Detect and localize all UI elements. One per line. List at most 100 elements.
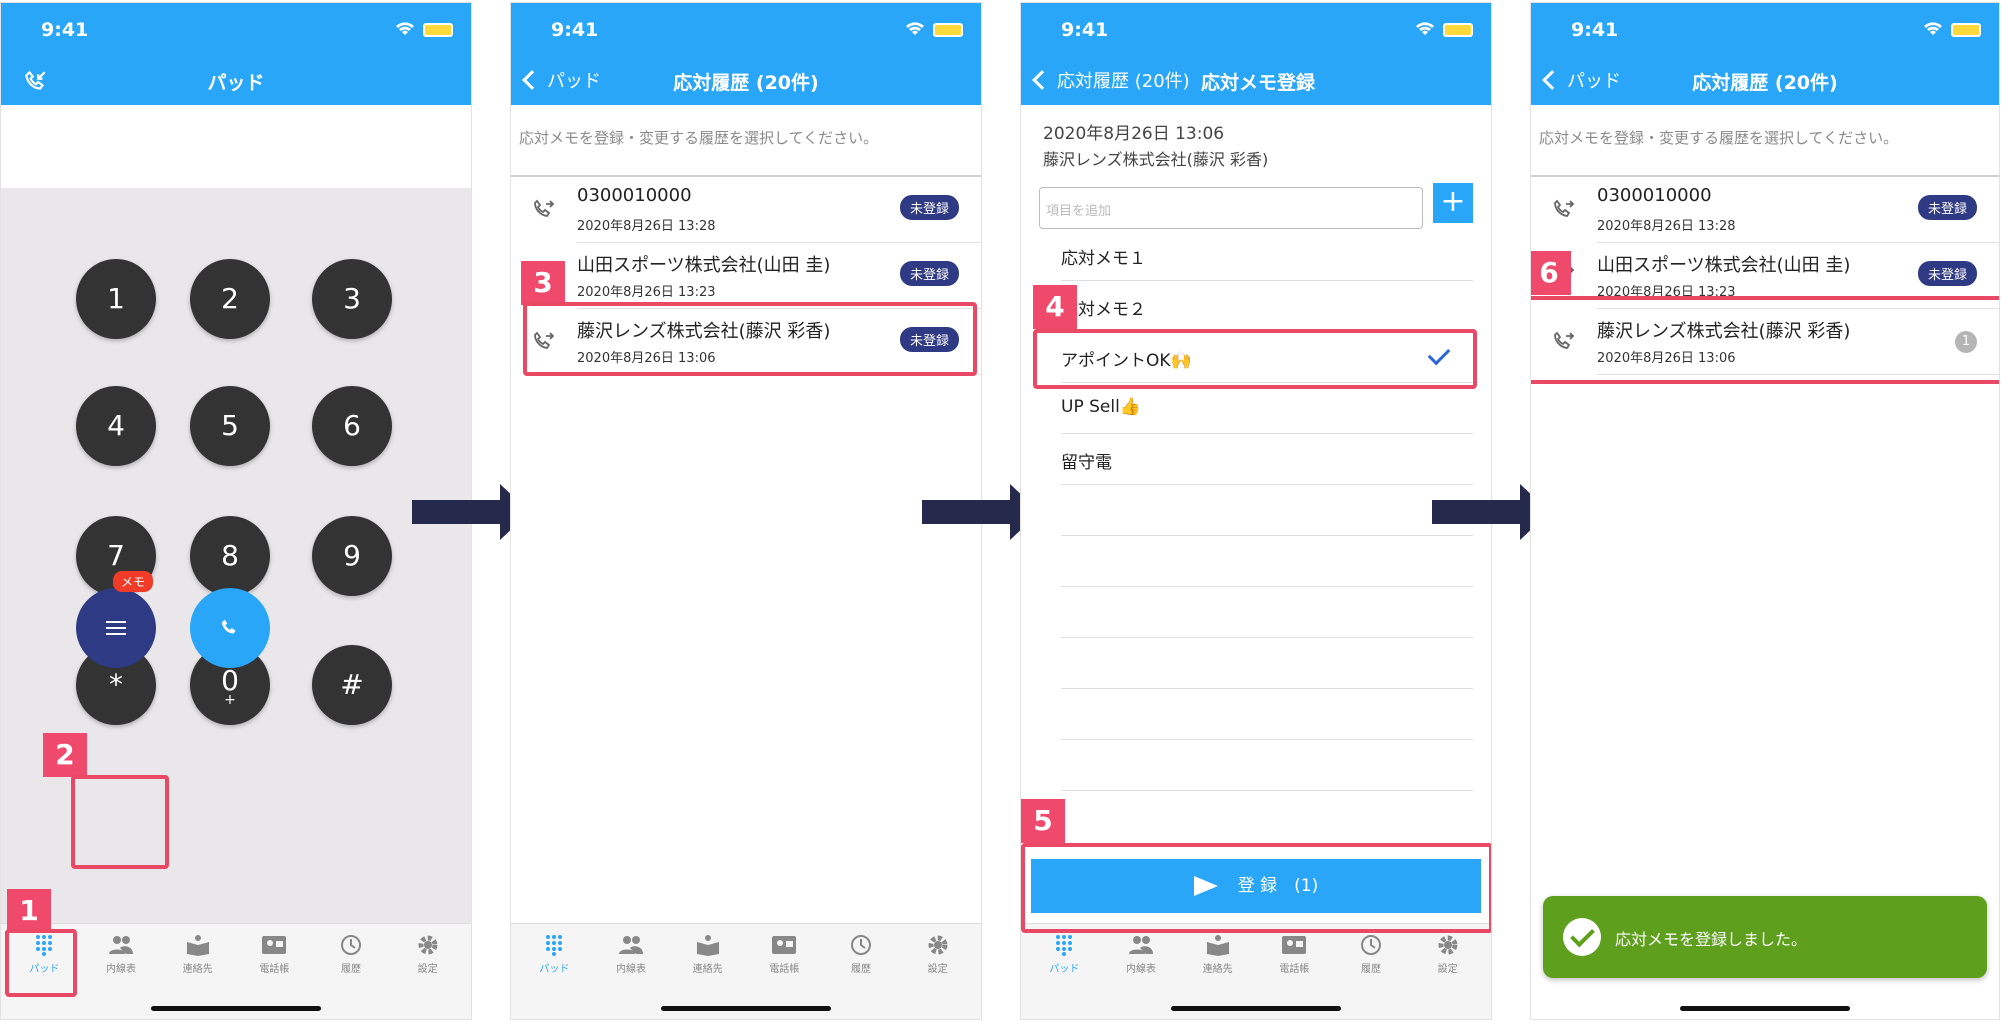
- toast-message: 応対メモを登録しました。: [1615, 930, 1808, 949]
- wifi-icon: [396, 22, 414, 35]
- battery-icon: [423, 23, 453, 37]
- tab-label: 設定: [417, 964, 438, 975]
- key-9[interactable]: 9: [312, 516, 392, 596]
- tab-label: 電話帳: [1279, 964, 1310, 975]
- call-date: 2020年8月26日 13:28: [1597, 219, 1736, 234]
- gear-icon: [925, 934, 951, 956]
- nav-bar: パッド 応対履歴 (20件): [511, 59, 981, 105]
- key-label: *: [109, 668, 123, 701]
- success-toast: 応対メモを登録しました。: [1543, 896, 1987, 978]
- caller-name: 0300010000: [1597, 185, 1712, 206]
- tab-phonebook-card[interactable]: 電話帳: [749, 930, 819, 975]
- key-sublabel: +: [224, 692, 236, 708]
- memo-item[interactable]: UP Sell👍: [1061, 383, 1473, 434]
- tab-label: 電話帳: [769, 964, 800, 975]
- add-item-input[interactable]: 項目を追加: [1039, 187, 1423, 229]
- battery-icon: [1443, 23, 1473, 37]
- hint-text: 応対メモを登録・変更する履歴を選択してください。: [1539, 129, 1899, 147]
- call-button[interactable]: [190, 588, 270, 668]
- caller-name: 山田スポーツ株式会社(山田 圭): [1597, 255, 1851, 276]
- nav-bar: 応対履歴 (20件) 応対メモ登録: [1021, 59, 1491, 105]
- tab-people[interactable]: 内線表: [596, 930, 666, 975]
- step-marker-6: 6: [1531, 251, 1571, 295]
- step-marker-3: 3: [521, 261, 565, 305]
- tab-phonebook-card[interactable]: 電話帳: [1259, 930, 1329, 975]
- tab-clock[interactable]: 履歴: [826, 930, 896, 975]
- key-2[interactable]: 2: [190, 259, 270, 339]
- clock-icon: [848, 934, 874, 956]
- history-result-screen: 9:41 パッド 応対履歴 (20件) 応対メモを登録・変更する履歴を選択してく…: [1530, 2, 2000, 1020]
- key-1[interactable]: 1: [76, 259, 156, 339]
- tab-gear[interactable]: 設定: [1413, 930, 1483, 975]
- nav-bar: パッド: [1, 59, 471, 105]
- memo-button[interactable]: [76, 588, 156, 668]
- key-8[interactable]: 8: [190, 516, 270, 596]
- memo-item[interactable]: 応対メモ２: [1061, 281, 1473, 332]
- page-title: 応対メモ登録: [1201, 72, 1316, 94]
- key-hash[interactable]: #: [312, 645, 392, 725]
- tab-label: パッド: [539, 964, 570, 975]
- empty-row: [1061, 485, 1473, 536]
- caller-name: 藤沢レンズ株式会社(藤沢 彩香): [1043, 150, 1269, 169]
- highlight-history-row: [523, 302, 977, 376]
- highlight-memo-button: [71, 775, 169, 869]
- history-row[interactable]: 0300010000 2020年8月26日 13:28 未登録: [511, 177, 981, 243]
- tab-people[interactable]: 内線表: [86, 930, 156, 975]
- tab-clock[interactable]: 履歴: [1336, 930, 1406, 975]
- phonebook-card-icon: [771, 934, 797, 956]
- tab-people[interactable]: 内線表: [1106, 930, 1176, 975]
- step-marker-5: 5: [1021, 799, 1065, 843]
- key-label: 7: [107, 539, 125, 572]
- tab-bar: パッド 内線表 連絡先 電話帳 履歴 設定: [1021, 923, 1491, 1019]
- wifi-icon: [906, 22, 924, 35]
- history-row[interactable]: 山田スポーツ株式会社(山田 圭) 2020年8月26日 13:23 未登録: [511, 243, 981, 309]
- tab-keypad[interactable]: パッド: [1029, 930, 1099, 975]
- caller-name: 0300010000: [577, 185, 692, 206]
- key-6[interactable]: 6: [312, 386, 392, 466]
- empty-row: [1061, 638, 1473, 689]
- key-label: #: [340, 668, 364, 701]
- back-label: 応対履歴 (20件): [1057, 71, 1190, 92]
- home-indicator: [151, 1006, 321, 1011]
- status-badge: 未登録: [1917, 261, 1977, 286]
- key-5[interactable]: 5: [190, 386, 270, 466]
- tab-phonebook-card[interactable]: 電話帳: [239, 930, 309, 975]
- caller-name: 山田スポーツ株式会社(山田 圭): [577, 255, 831, 276]
- memo-item[interactable]: 応対メモ１: [1061, 230, 1473, 281]
- key-3[interactable]: 3: [312, 259, 392, 339]
- tab-gear[interactable]: 設定: [903, 930, 973, 975]
- tab-contacts-book[interactable]: 連絡先: [163, 930, 233, 975]
- tab-contacts-book[interactable]: 連絡先: [1183, 930, 1253, 975]
- wifi-icon: [1924, 22, 1942, 35]
- empty-row: [1061, 689, 1473, 740]
- key-label: 5: [221, 409, 239, 442]
- tab-bar: パッド 内線表 連絡先 電話帳 履歴 設定: [511, 923, 981, 1019]
- highlight-pad-tab: [5, 929, 77, 997]
- key-label: 8: [221, 539, 239, 572]
- key-label: 2: [221, 282, 239, 315]
- key-label: 3: [343, 282, 361, 315]
- back-button[interactable]: 応対履歴 (20件): [1032, 67, 1190, 93]
- status-time: 9:41: [41, 19, 89, 41]
- wifi-icon: [1416, 22, 1434, 35]
- tab-contacts-book[interactable]: 連絡先: [673, 930, 743, 975]
- tab-label: 履歴: [341, 964, 361, 975]
- empty-row: [1061, 536, 1473, 587]
- tab-keypad[interactable]: パッド: [519, 930, 589, 975]
- call-date: 2020年8月26日 13:23: [577, 285, 716, 300]
- key-4[interactable]: 4: [76, 386, 156, 466]
- status-bar: 9:41: [1, 3, 471, 59]
- step-marker-2: 2: [43, 733, 87, 777]
- tab-clock[interactable]: 履歴: [316, 930, 386, 975]
- phonebook-card-icon: [1281, 934, 1307, 956]
- outgoing-call-icon: [1553, 199, 1575, 221]
- highlight-memo-item: [1033, 329, 1477, 389]
- clock-icon: [1358, 934, 1384, 956]
- memo-item[interactable]: 留守電: [1061, 434, 1473, 485]
- add-item-button[interactable]: +: [1433, 183, 1473, 223]
- empty-row: [1061, 740, 1473, 791]
- history-row[interactable]: 0300010000 2020年8月26日 13:28 未登録: [1531, 177, 1999, 243]
- home-indicator: [1680, 1006, 1850, 1011]
- phonebook-card-icon: [261, 934, 287, 956]
- tab-gear[interactable]: 設定: [393, 930, 463, 975]
